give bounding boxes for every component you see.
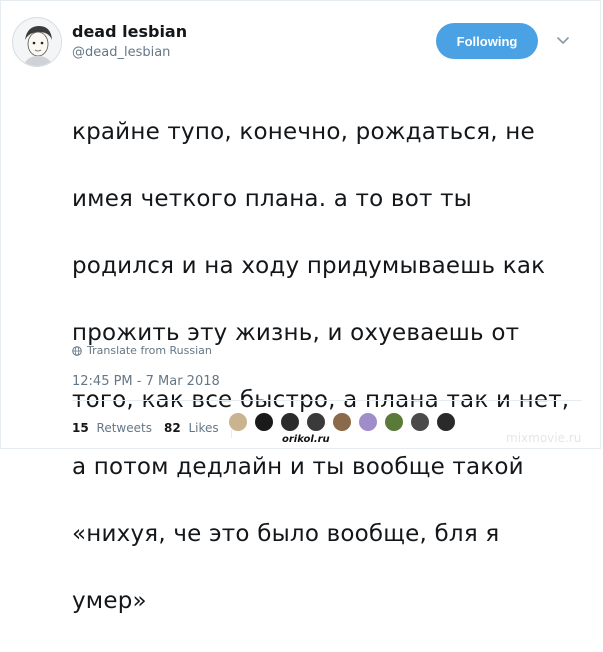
liker-avatar[interactable]: [306, 412, 326, 432]
watermark-orikol: orikol.ru: [282, 434, 330, 445]
divider: [72, 400, 582, 401]
likes-count: 82: [163, 421, 181, 435]
watermark-mixmovie: mixmovie.ru: [506, 431, 582, 445]
translate-link[interactable]: Translate from Russian: [72, 344, 212, 357]
author-handle[interactable]: @dead_lesbian: [72, 45, 170, 60]
tweet-text: крайне тупо, конечно, рождаться, не имея…: [72, 82, 582, 652]
globe-icon: [72, 345, 82, 356]
tweet-text-line: умер»: [72, 587, 147, 614]
liker-avatar[interactable]: [358, 412, 378, 432]
retweets-stat[interactable]: 15 Retweets: [72, 421, 152, 435]
liker-avatars: [228, 412, 456, 432]
tweet-text-line: имея четкого плана. а то вот ты: [72, 185, 473, 212]
following-button[interactable]: Following: [436, 23, 538, 59]
likes-stat[interactable]: 82 Likes: [164, 421, 219, 435]
tweet-text-line: крайне тупо, конечно, рождаться, не: [72, 118, 535, 145]
liker-avatar[interactable]: [436, 412, 456, 432]
tweet-text-line: «нихуя, че это было вообще, бля я: [72, 520, 500, 547]
tweet-text-line: а потом дедлайн и ты вообще такой: [72, 453, 524, 480]
liker-avatar[interactable]: [332, 412, 352, 432]
chevron-down-icon: [557, 37, 569, 45]
tweet-menu-caret[interactable]: [553, 31, 573, 51]
liker-avatar[interactable]: [254, 412, 274, 432]
liker-avatar[interactable]: [280, 412, 300, 432]
avatar-sketch-icon: [14, 19, 61, 66]
retweets-label: Retweets: [96, 421, 152, 435]
liker-avatar[interactable]: [384, 412, 404, 432]
tweet-timestamp[interactable]: 12:45 PM - 7 Mar 2018: [72, 374, 220, 389]
likes-label: Likes: [188, 421, 219, 435]
tweet-text-line: родился и на ходу придумываешь как: [72, 252, 546, 279]
tweet-stats: 15 Retweets 82 Likes: [72, 418, 242, 438]
author-avatar[interactable]: [12, 17, 62, 67]
liker-avatar[interactable]: [410, 412, 430, 432]
retweets-count: 15: [72, 421, 89, 435]
author-display-name[interactable]: dead lesbian: [72, 22, 187, 41]
liker-avatar[interactable]: [228, 412, 248, 432]
translate-label: Translate from Russian: [87, 344, 212, 357]
